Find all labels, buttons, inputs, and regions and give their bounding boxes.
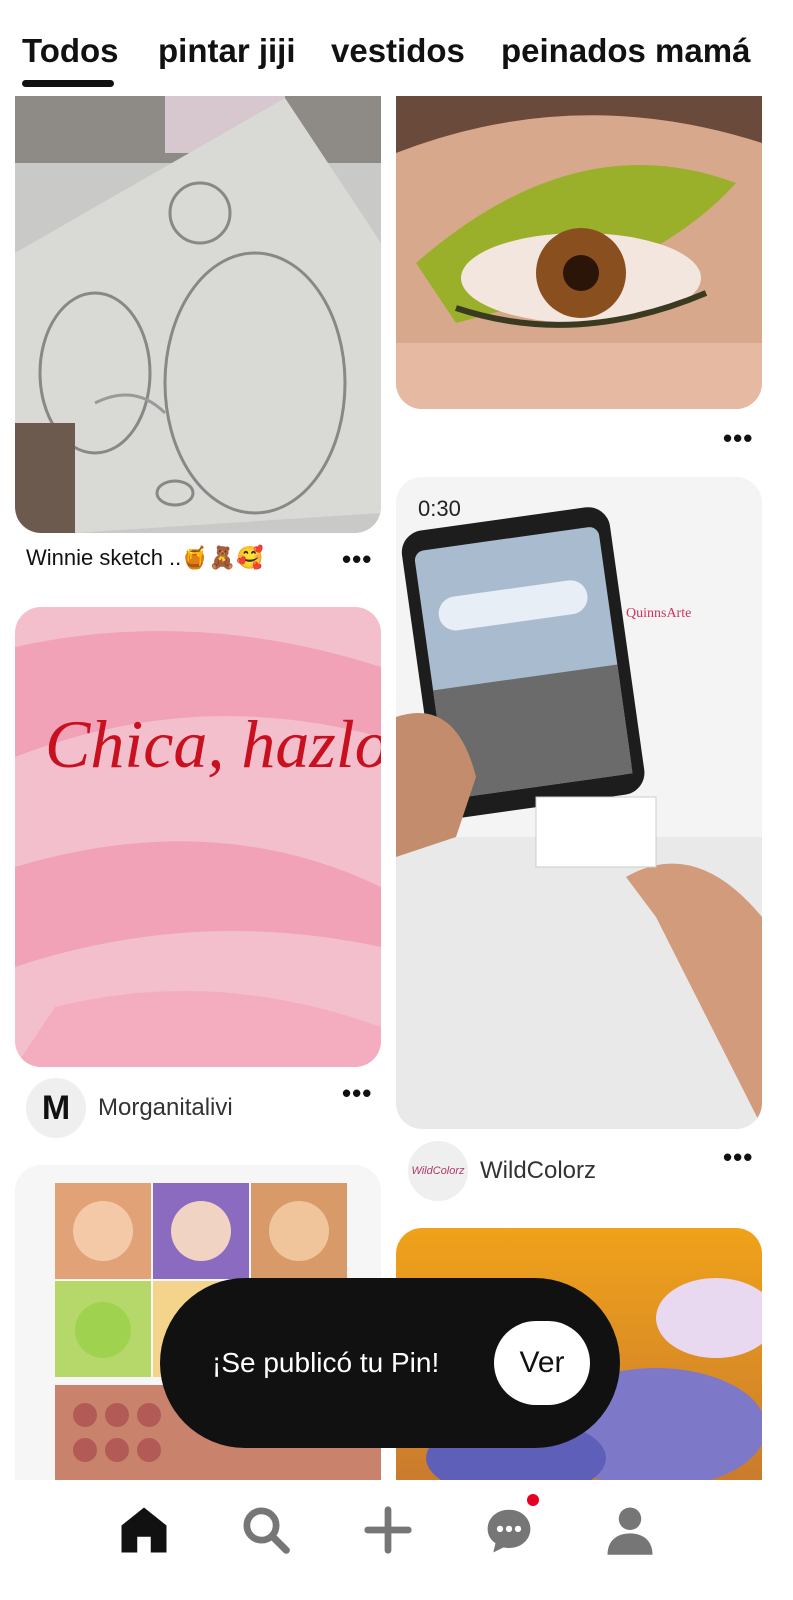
search-icon (243, 1507, 290, 1554)
pin-chica-more-button[interactable]: ••• (342, 1080, 372, 1106)
pin-phone-more-button[interactable]: ••• (723, 1144, 753, 1170)
nav-home[interactable] (112, 1498, 176, 1562)
author-name: Morganitalivi (98, 1094, 233, 1121)
watermark-text: QuinnsArte (626, 606, 691, 621)
nav-messages[interactable] (477, 1494, 541, 1562)
nav-create[interactable] (356, 1498, 420, 1562)
pin-winnie-more-button[interactable]: ••• (342, 546, 372, 572)
view-pin-button[interactable]: Ver (494, 1321, 590, 1405)
notification-dot (527, 1494, 539, 1506)
nav-profile[interactable] (598, 1498, 662, 1562)
author-name: WildColorz (480, 1157, 597, 1184)
pin-winnie-image[interactable] (15, 93, 381, 533)
create-icon (364, 1506, 412, 1554)
pin-eyeshadow-image[interactable] (396, 93, 762, 409)
pin-chica-image[interactable]: Chica, hazlo por Ti. (15, 607, 381, 1067)
home-icon (121, 1507, 167, 1553)
pin-phone-video[interactable]: QuinnsArte (396, 477, 762, 1129)
pin-chica-author[interactable]: M Morganitalivi (26, 1078, 233, 1138)
nav-search[interactable] (234, 1498, 298, 1562)
bottom-navigation (0, 1480, 793, 1600)
pin-phone-author[interactable]: WildColorz WildColorz (408, 1141, 596, 1201)
tab-vestidos[interactable]: vestidos (331, 32, 465, 70)
board-tabs: Todos pintar jiji vestidos peinados mamá (0, 0, 793, 96)
active-tab-indicator (22, 80, 114, 87)
pin-winnie-title: Winnie sketch ..🍯🧸🥰 (26, 545, 264, 570)
video-duration: 0:30 (418, 496, 461, 521)
pin-published-toast: ¡Se publicó tu Pin! Ver (160, 1278, 620, 1448)
tab-peinados-mama[interactable]: peinados mamá (501, 32, 750, 70)
pin-chica-text: Chica, hazlo por Ti. (45, 706, 381, 782)
pin-eyeshadow-more-button[interactable]: ••• (723, 425, 753, 451)
profile-icon (607, 1507, 653, 1555)
tab-pintar-jiji[interactable]: pintar jiji (158, 32, 296, 70)
avatar: WildColorz (408, 1141, 468, 1201)
tab-todos[interactable]: Todos (22, 32, 119, 70)
messages-icon (487, 1509, 531, 1553)
toast-message: ¡Se publicó tu Pin! (212, 1347, 440, 1378)
avatar: M (26, 1078, 86, 1138)
